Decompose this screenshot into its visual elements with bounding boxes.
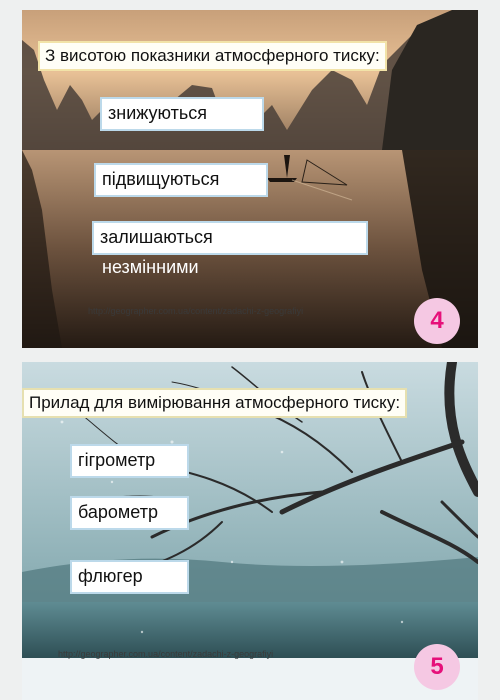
answer-option-1[interactable]: знижуються [100, 97, 264, 131]
slide-number-badge: 4 [414, 298, 460, 344]
question-text: Прилад для вимірювання атмосферного тиск… [22, 388, 408, 418]
answer-option-3[interactable]: флюгер [70, 560, 189, 594]
source-url: http://geographer.com.ua/content/zadachi… [88, 306, 304, 316]
answer-option-2[interactable]: підвищуються [94, 163, 268, 197]
slide-4: З висотою показники атмосферного тиску: … [22, 10, 478, 348]
slide-5: Прилад для вимірювання атмосферного тиск… [22, 362, 478, 700]
answer-option-1[interactable]: гігрометр [70, 444, 189, 478]
answer-option-3[interactable]: залишаються [92, 221, 368, 255]
answer-option-2[interactable]: барометр [70, 496, 189, 530]
question-text: З висотою показники атмосферного тиску: [38, 41, 387, 71]
source-url: http://geographer.com.ua/content/zadachi… [58, 649, 274, 659]
answer-option-3-continuation: незмінними [102, 257, 199, 277]
slide-number-badge: 5 [414, 644, 460, 690]
